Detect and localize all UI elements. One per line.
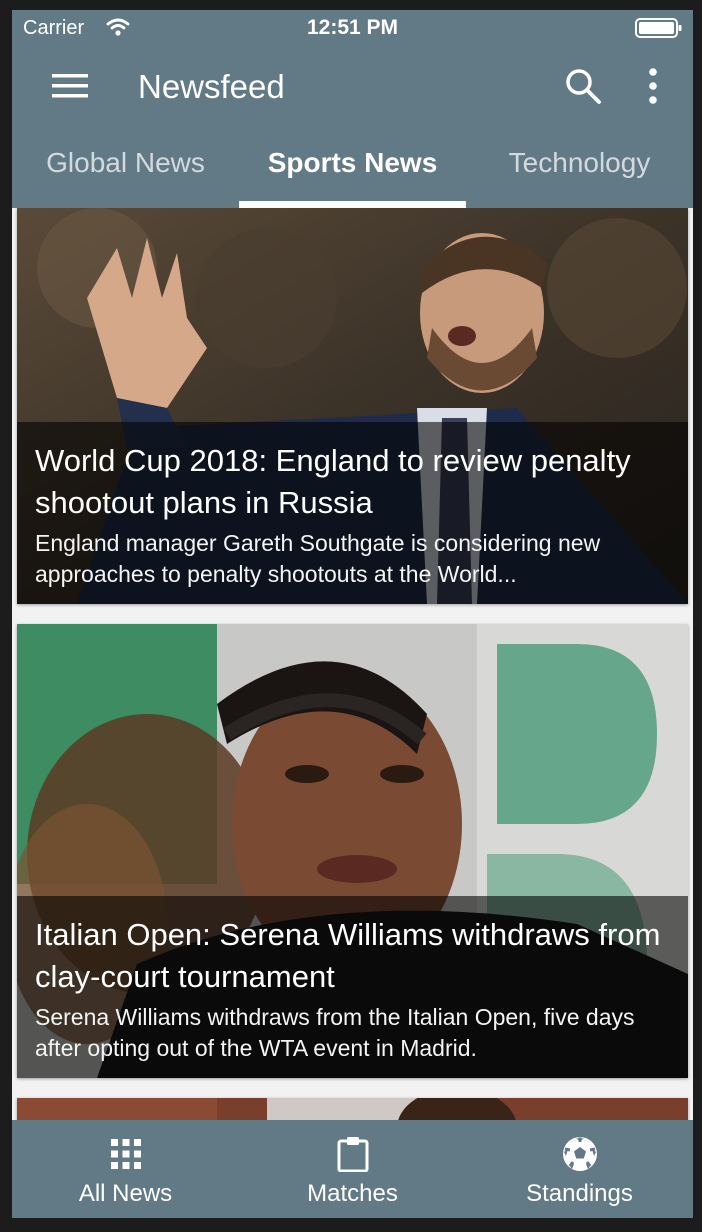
nav-label: Standings [526, 1180, 633, 1207]
tab-global-news[interactable]: Global News [12, 130, 239, 208]
article-description: England manager Gareth Southgate is cons… [35, 530, 601, 587]
article-caption: Italian Open: Serena Williams withdraws … [17, 896, 688, 1078]
battery-icon [635, 18, 682, 38]
article-image [17, 1098, 688, 1120]
app-screen: Carrier 12:51 PM Newsfeed Global News Sp… [12, 10, 693, 1218]
tab-bar: Global News Sports News Technology [12, 130, 693, 208]
grid-icon [111, 1139, 141, 1169]
article-title: World Cup 2018: England to review penalt… [35, 443, 631, 520]
article-title: Italian Open: Serena Williams withdraws … [35, 917, 661, 994]
search-icon[interactable] [563, 66, 603, 106]
status-bar: Carrier 12:51 PM [12, 10, 693, 46]
app-header: Carrier 12:51 PM Newsfeed Global News Sp… [12, 10, 693, 208]
article-card[interactable]: World Cup 2018: England to review penalt… [17, 208, 688, 604]
news-feed[interactable]: World Cup 2018: England to review penalt… [12, 208, 693, 1120]
nav-label: All News [78, 1180, 173, 1207]
tab-technology[interactable]: Technology [466, 130, 693, 208]
article-card[interactable]: Italian Open: Serena Williams withdraws … [17, 624, 688, 1078]
tab-sports-news[interactable]: Sports News [239, 130, 466, 208]
more-vertical-icon[interactable] [640, 66, 666, 106]
article-caption: World Cup 2018: England to review penalt… [17, 422, 688, 604]
nav-label: Matches [307, 1180, 398, 1207]
soccer-ball-icon [563, 1137, 597, 1171]
article-description: Serena Williams withdraws from the Itali… [35, 1004, 635, 1061]
nav-all-news[interactable]: All News [12, 1120, 239, 1218]
clipboard-icon [337, 1137, 369, 1172]
nav-standings[interactable]: Standings [466, 1120, 693, 1218]
status-time: 12:51 PM [306, 16, 399, 39]
menu-icon[interactable] [50, 68, 90, 104]
article-card[interactable] [17, 1098, 688, 1120]
nav-matches[interactable]: Matches [239, 1120, 466, 1218]
toolbar: Newsfeed [12, 46, 693, 130]
bottom-navigation: All News Matches Standings [12, 1120, 693, 1218]
tab-active-indicator [239, 201, 466, 208]
page-title: Newsfeed [138, 68, 285, 105]
